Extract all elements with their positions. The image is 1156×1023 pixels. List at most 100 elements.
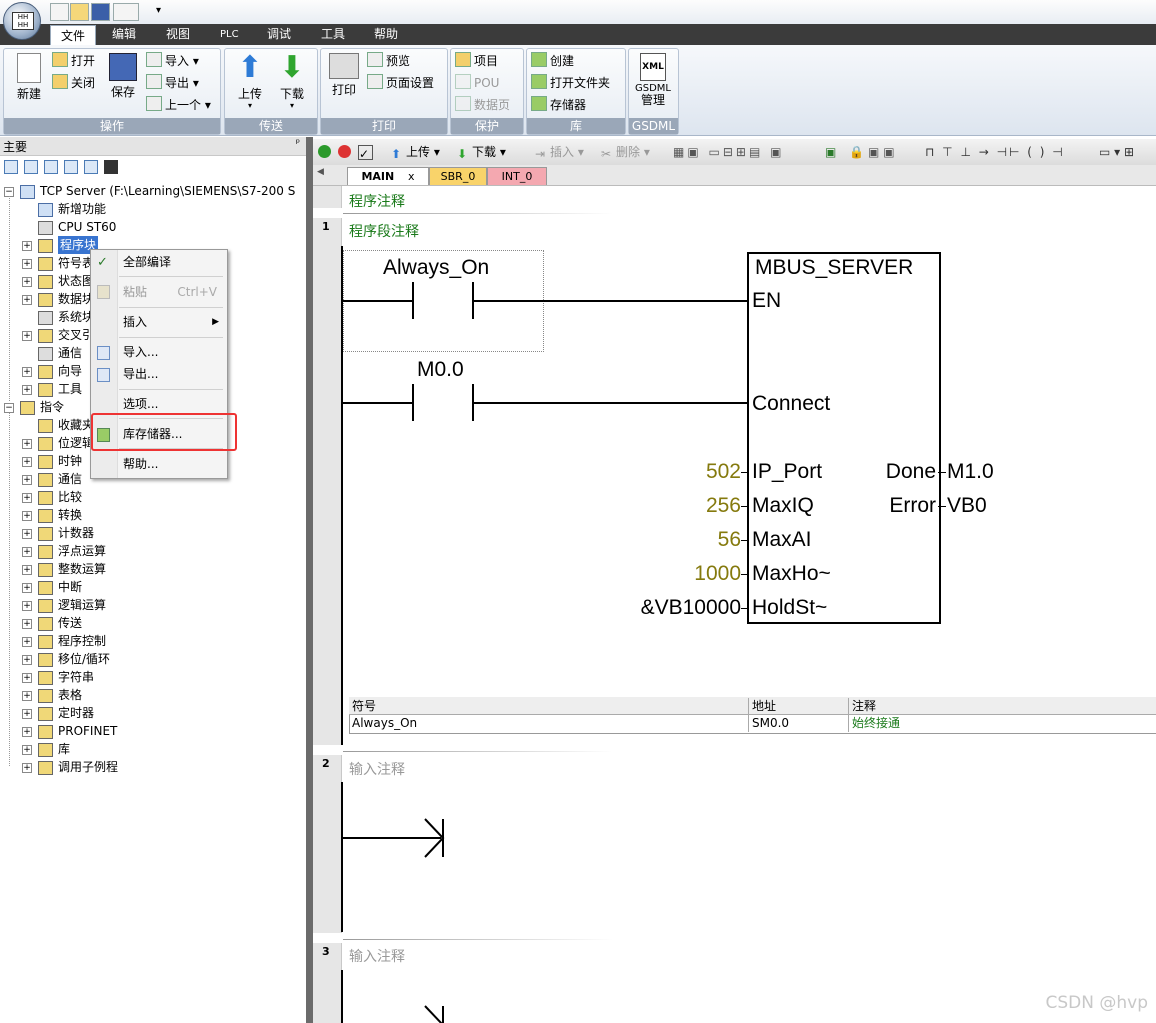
value-ip-port[interactable]: 502 xyxy=(706,460,741,484)
ladder-editor[interactable]: 程序注释 1 程序段注释 Always_On M0.0 MBUS_SERVER … xyxy=(313,186,1156,1023)
expand-icon[interactable]: + xyxy=(22,601,32,611)
expand-icon[interactable]: + xyxy=(22,295,32,305)
page-setup-button[interactable]: 页面设置 xyxy=(367,73,434,93)
menu-help[interactable]: 帮助... xyxy=(118,453,225,475)
expand-icon[interactable]: + xyxy=(22,673,32,683)
expand-icon[interactable]: + xyxy=(22,493,32,503)
download-button[interactable]: ⬇ 下载 ▾ xyxy=(271,53,313,110)
network-comment[interactable]: 输入注释 xyxy=(349,759,405,779)
value-maxiq[interactable]: 256 xyxy=(706,494,741,518)
expand-icon[interactable]: + xyxy=(22,529,32,539)
close-button[interactable]: 关闭 xyxy=(52,73,95,93)
download-toolbar-button[interactable]: ⬇ 下载 ▾ xyxy=(457,144,506,161)
open-button[interactable]: 打开 xyxy=(52,51,95,71)
gsdml-manage-button[interactable]: XML GSDML 管理 xyxy=(632,53,674,107)
expand-icon[interactable]: + xyxy=(22,475,32,485)
run-icon[interactable] xyxy=(318,144,333,160)
contact-always-on[interactable] xyxy=(412,282,414,319)
contact-m0-0[interactable] xyxy=(412,384,414,421)
view-icon[interactable] xyxy=(4,160,18,174)
expand-icon[interactable]: + xyxy=(22,277,32,287)
empty-rung-arrow-icon[interactable] xyxy=(423,817,447,859)
stop-icon[interactable] xyxy=(338,144,353,160)
save-button[interactable]: 保存 xyxy=(102,53,144,100)
value-maxai[interactable]: 56 xyxy=(718,528,741,552)
upload-button[interactable]: ⬆ 上传 ▾ xyxy=(229,53,271,110)
expand-icon[interactable]: + xyxy=(22,385,32,395)
value-maxho[interactable]: 1000 xyxy=(694,562,741,586)
expand-icon[interactable]: + xyxy=(22,511,32,521)
new-button[interactable]: 新建 xyxy=(8,53,50,102)
open-library-folder-button[interactable]: 打开文件夹 xyxy=(531,73,610,93)
tab-sbr0[interactable]: SBR_0 xyxy=(429,167,487,185)
export-button[interactable]: 导出 ▾ xyxy=(146,73,199,93)
library-memory-button[interactable]: 存储器 xyxy=(531,95,586,115)
expand-icon[interactable]: + xyxy=(22,259,32,269)
menu-edit[interactable]: 编辑 xyxy=(106,24,142,45)
menu-plc[interactable]: PLC xyxy=(214,24,245,45)
output-error[interactable]: VB0 xyxy=(947,494,987,518)
expand-icon[interactable]: + xyxy=(22,331,32,341)
delete-toolbar-button[interactable]: ✂ 删除 ▾ xyxy=(601,144,650,161)
expand-icon[interactable]: + xyxy=(22,763,32,773)
empty-rung-arrow-icon[interactable] xyxy=(423,1004,447,1023)
expand-icon[interactable]: + xyxy=(22,709,32,719)
expand-icon[interactable]: + xyxy=(22,241,32,251)
expand-icon[interactable]: + xyxy=(22,745,32,755)
preview-button[interactable]: 预览 xyxy=(367,51,410,71)
expand-icon[interactable]: + xyxy=(22,565,32,575)
datapage-protect-button[interactable]: 数据页 xyxy=(455,95,510,115)
compile-icon[interactable]: ✓ xyxy=(358,144,375,161)
lock-icons[interactable]: 🔒▣▣ xyxy=(849,144,899,160)
menu-file[interactable]: 文件 xyxy=(50,25,97,46)
menu-paste[interactable]: 粘贴 Ctrl+V xyxy=(118,281,225,303)
print-icon[interactable] xyxy=(113,3,139,21)
network-comment[interactable]: 程序段注释 xyxy=(349,221,419,241)
view-icon[interactable] xyxy=(44,160,58,174)
panel-splitter[interactable] xyxy=(306,137,313,1023)
new-file-icon[interactable] xyxy=(50,3,69,21)
print-button[interactable]: 打印 xyxy=(323,53,365,98)
project-protect-button[interactable]: 项目 xyxy=(455,51,498,71)
menu-export[interactable]: 导出... xyxy=(118,363,225,385)
value-holdst[interactable]: &VB10000 xyxy=(641,596,741,620)
contact-label-m0-0[interactable]: M0.0 xyxy=(417,358,464,382)
upload-toolbar-button[interactable]: ⬆ 上传 ▾ xyxy=(391,144,440,161)
expand-icon[interactable]: + xyxy=(22,655,32,665)
communication-icon[interactable] xyxy=(104,160,118,174)
expand-icon[interactable]: + xyxy=(22,583,32,593)
tab-main[interactable]: MAIN x xyxy=(347,167,429,185)
expand-icon[interactable]: + xyxy=(22,457,32,467)
open-folder-icon[interactable] xyxy=(70,3,89,21)
tab-scroll-left-icon[interactable]: ◀ xyxy=(317,167,324,177)
contact-label-always-on[interactable]: Always_On xyxy=(383,256,489,280)
ladder-element-icons[interactable]: ⊓ ⊤ ⊥ → ⊣⊢ ( ) ⊣ xyxy=(925,144,1065,160)
goto-icon[interactable]: ▣ xyxy=(825,144,836,160)
previous-button[interactable]: 上一个 ▾ xyxy=(146,95,211,115)
expand-icon[interactable]: + xyxy=(22,727,32,737)
customize-qat-icon[interactable]: ▾ xyxy=(150,3,167,19)
expand-icon[interactable]: + xyxy=(22,637,32,647)
collapse-icon[interactable]: − xyxy=(4,403,14,413)
import-button[interactable]: 导入 ▾ xyxy=(146,51,199,71)
menu-tools[interactable]: 工具 xyxy=(315,24,351,45)
menu-view[interactable]: 视图 xyxy=(160,24,196,45)
close-tab-icon[interactable]: x xyxy=(408,170,415,183)
output-done[interactable]: M1.0 xyxy=(947,460,994,484)
expand-icon[interactable]: + xyxy=(22,439,32,449)
toolbar-icons[interactable]: ▦▣ ▭⊟⊞▤ ▣ xyxy=(673,144,784,160)
program-comment[interactable]: 程序注释 xyxy=(349,191,405,211)
insert-toolbar-button[interactable]: ⇥ 插入 ▾ xyxy=(535,144,584,161)
expand-icon[interactable]: + xyxy=(22,691,32,701)
pin-icon[interactable]: ᵖ xyxy=(296,138,300,149)
menu-insert[interactable]: 插入 ▶ xyxy=(118,311,225,333)
application-menu-button[interactable]: HH HH xyxy=(3,2,41,40)
network-comment[interactable]: 输入注释 xyxy=(349,946,405,966)
save-icon[interactable] xyxy=(91,3,110,21)
menu-compile-all[interactable]: 全部编译 xyxy=(118,251,225,273)
view-icon[interactable] xyxy=(84,160,98,174)
view-icon[interactable] xyxy=(24,160,38,174)
pou-protect-button[interactable]: POU xyxy=(455,73,499,93)
expand-icon[interactable]: + xyxy=(22,547,32,557)
menu-help[interactable]: 帮助 xyxy=(368,24,404,45)
